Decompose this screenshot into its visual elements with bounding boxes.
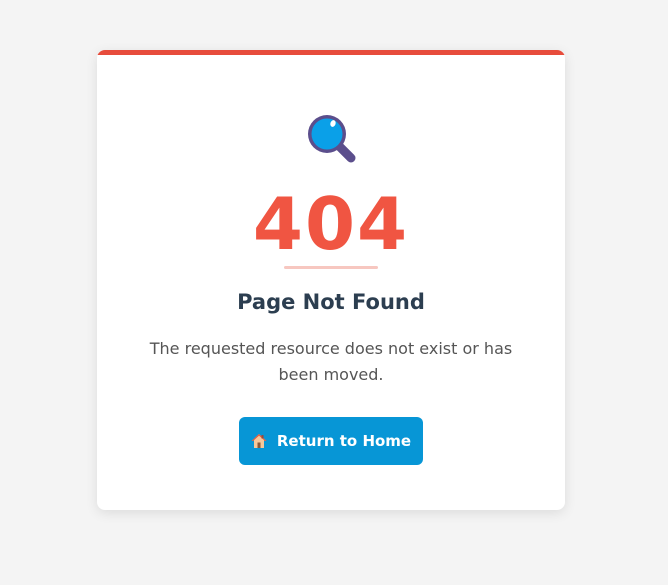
error-message: The requested resource does not exist or…	[149, 339, 513, 384]
magnifying-glass-icon	[303, 110, 361, 168]
accent-bar	[97, 50, 565, 55]
page-title: Page Not Found	[237, 290, 425, 314]
error-code: 404	[252, 182, 410, 266]
return-home-button[interactable]: Return to Home	[239, 417, 423, 465]
error-card: 404 Page Not Found The requested resourc…	[97, 50, 565, 510]
code-underline	[284, 266, 378, 269]
return-home-label: Return to Home	[276, 432, 412, 450]
house-icon	[251, 433, 267, 449]
